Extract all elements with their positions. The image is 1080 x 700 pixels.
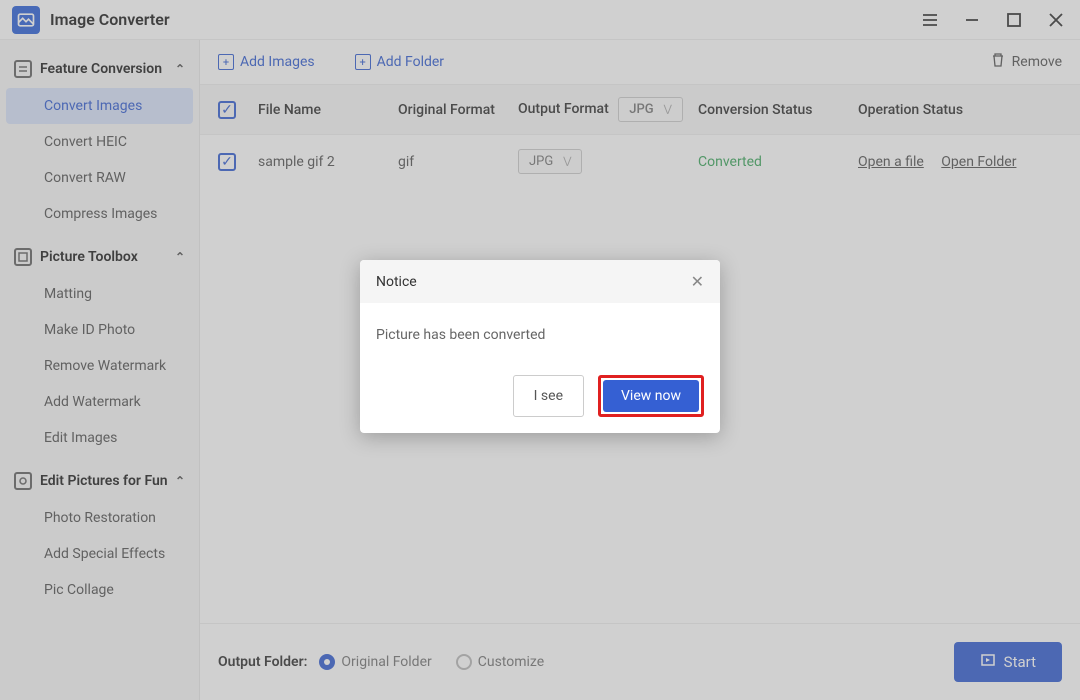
view-now-highlight: View now <box>598 375 704 417</box>
modal-title: Notice <box>376 274 417 290</box>
i-see-button[interactable]: I see <box>513 375 584 417</box>
modal-close-icon[interactable]: ✕ <box>691 272 704 291</box>
view-now-button[interactable]: View now <box>603 380 699 412</box>
modal-message: Picture has been converted <box>360 303 720 359</box>
modal-overlay: Notice ✕ Picture has been converted I se… <box>0 0 1080 700</box>
notice-modal: Notice ✕ Picture has been converted I se… <box>360 260 720 433</box>
